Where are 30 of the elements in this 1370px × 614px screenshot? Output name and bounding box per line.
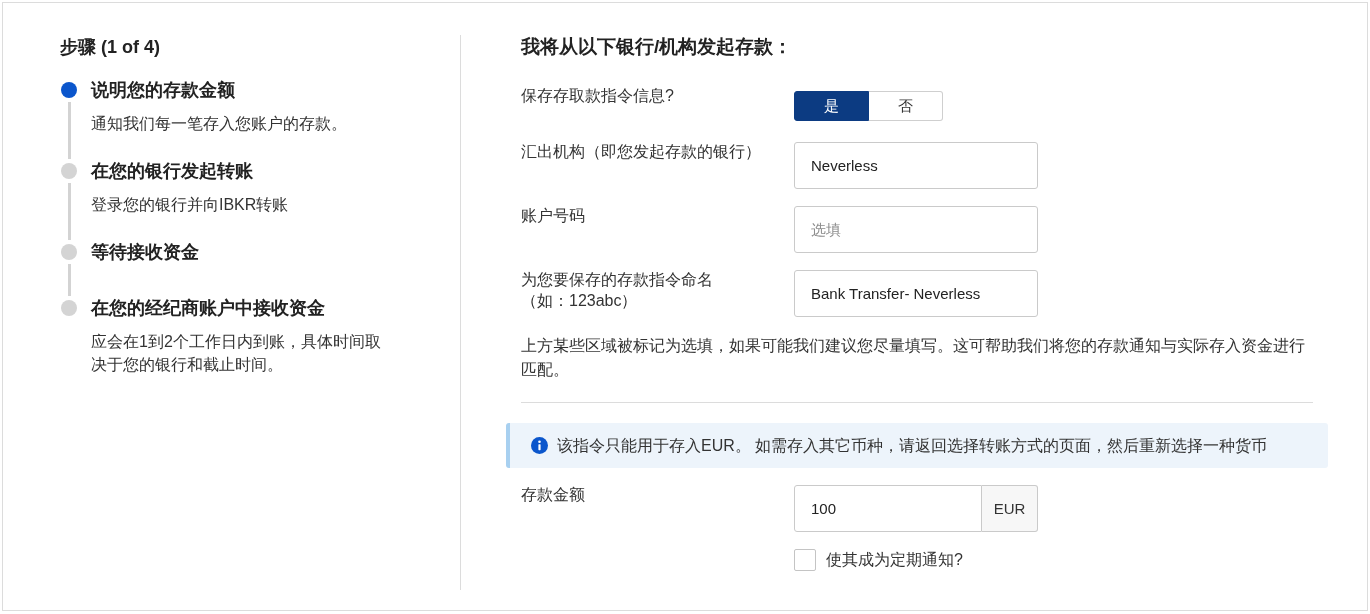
field-label: 账户号码 [521,206,585,226]
text-field[interactable]: Neverless [794,142,1038,189]
form-note: 上方某些区域被标记为选填，如果可能我们建议您尽量填写。这可帮助我们将您的存款通知与实际存入资金进行匹配。 [521,336,1306,380]
checkbox[interactable] [794,549,816,571]
field-label: 存款金额 [521,485,585,505]
currency-addon: EUR [982,485,1038,532]
field-label: 保存存取款指令信息? [521,86,674,106]
field-label: 为您要保存的存款指令命名 [521,270,713,290]
step-title: 在您的银行发起转账 [91,160,253,183]
info-text: 该指令只能用于存入EUR。 如需存入其它币种，请返回选择转账方式的页面，然后重新选择一种货币 [557,435,1268,456]
step-description: 登录您的银行并向IBKR转账 [91,195,289,215]
steps-heading: 步骤 (1 of 4) [60,36,161,59]
step-connector [68,183,71,240]
toggle-option[interactable]: 否 [868,91,943,121]
field-label: 汇出机构（即您发起存款的银行） [521,142,761,162]
field-example: （如：123abc） [521,291,638,311]
form-heading: 我将从以下银行/机构发起存款： [521,35,794,59]
amount-field[interactable]: 100 [794,485,982,532]
step-connector [68,102,71,159]
info-icon [531,437,548,454]
checkbox-label: 使其成为定期通知? [826,550,963,570]
step-title: 在您的经纪商账户中接收资金 [91,297,325,320]
step-title: 说明您的存款金额 [91,79,235,102]
step-connector [68,264,71,296]
text-field[interactable]: Bank Transfer- Neverless [794,270,1038,317]
text-field[interactable]: 选填 [794,206,1038,253]
step-description: 应会在1到2个工作日内到账，具体时间取决于您的银行和截止时间。 [91,332,382,375]
toggle-option[interactable]: 是 [794,91,869,121]
step-description: 通知我们每一笔存入您账户的存款。 [91,114,347,134]
step-title: 等待接收资金 [91,241,199,264]
